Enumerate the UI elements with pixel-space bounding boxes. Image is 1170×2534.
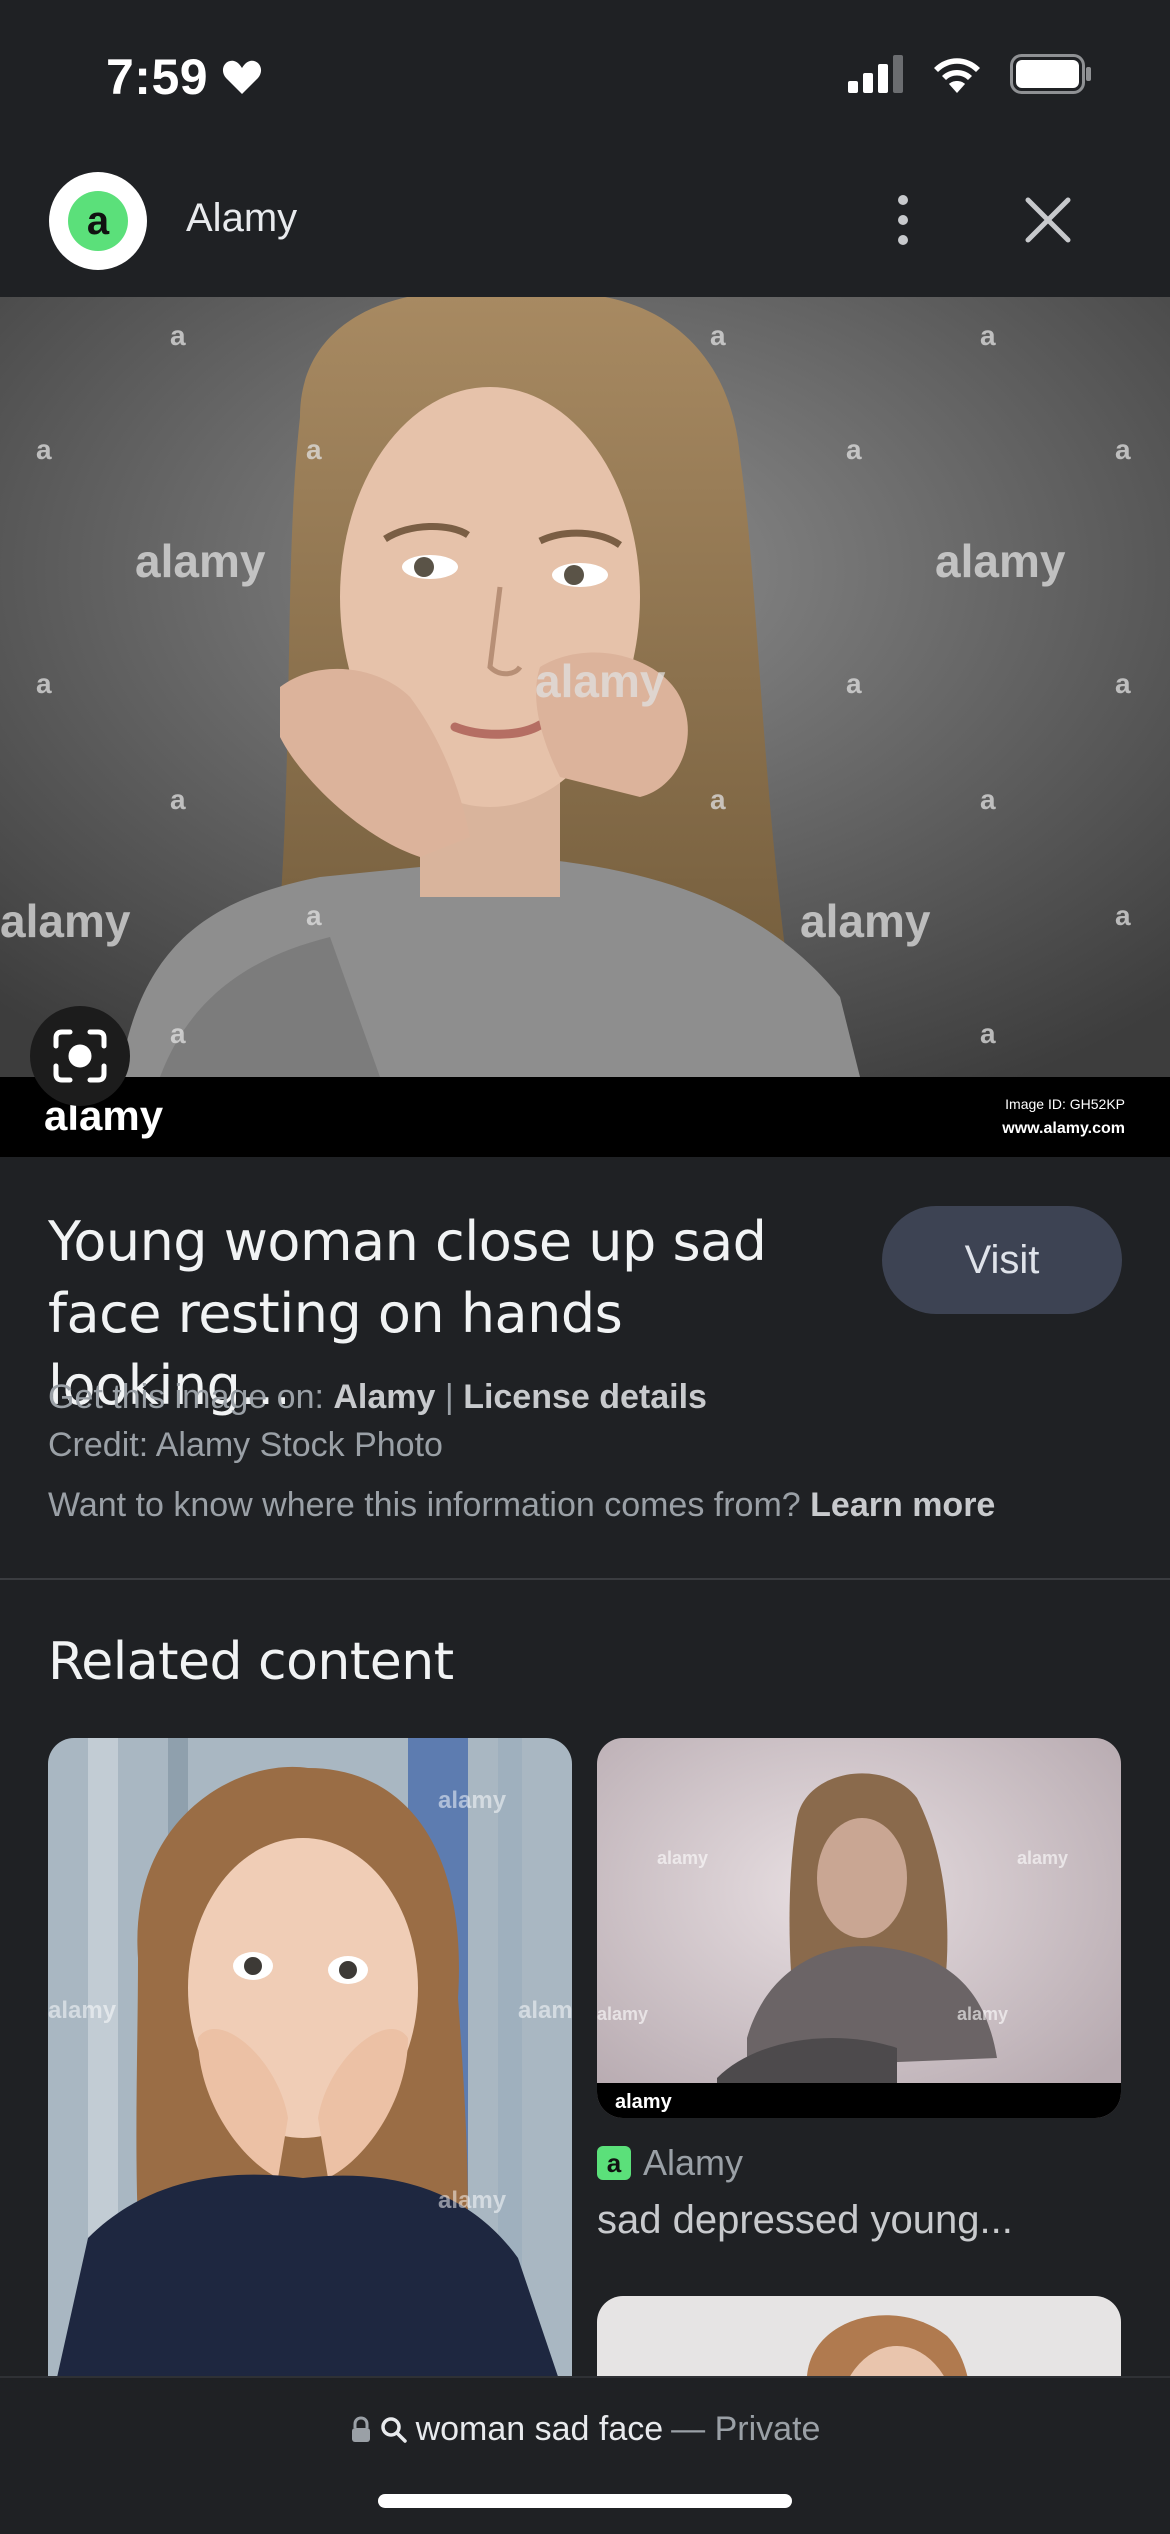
site-avatar[interactable]: a [49,172,147,270]
main-image-url: www.alamy.com [1001,1120,1125,1137]
lens-icon [53,1029,107,1083]
more-options-button[interactable] [880,180,926,260]
more-vert-icon [898,195,908,205]
main-image[interactable]: alamy alamy alamy alamy alamy a a a a a a a a… [0,297,1170,1157]
girl-portrait-photo: alamy alamy alamy alamy [48,1738,572,2418]
main-image-id: Image ID: GH52KP [1005,1096,1125,1112]
svg-text:a: a [170,784,186,815]
battery-icon [1010,54,1091,94]
svg-text:alamy: alamy [657,1848,708,1868]
site-logo-initial: a [68,191,128,251]
heart-icon [223,60,262,94]
related-image-2[interactable]: alamy alamy alamy alamy alamy [597,1738,1121,2118]
credit-line: Credit: Alamy Stock Photo [48,1426,443,1464]
svg-text:alamy: alamy [615,2091,673,2113]
svg-text:alamy: alamy [438,2187,507,2214]
private-label: — Private [671,2410,821,2448]
svg-text:a: a [1115,668,1131,699]
browser-bottom-bar [0,2376,1170,2534]
svg-text:a: a [1115,434,1131,465]
svg-text:alamy: alamy [957,2004,1008,2024]
related-source-name: Alamy [643,2142,744,2183]
get-image-line: Get this image on: Alamy | License detai… [48,1378,707,1417]
separator: | [444,1378,454,1416]
visit-button[interactable]: Visit [882,1206,1122,1314]
close-button[interactable] [1016,184,1080,256]
svg-text:a: a [170,320,186,351]
search-query: woman sad face [415,2410,664,2448]
status-bar-indicators [848,54,1092,94]
svg-text:alamy: alamy [935,535,1066,587]
svg-text:a: a [1115,900,1131,931]
site-name[interactable]: Alamy [186,196,297,241]
svg-text:alamy: alamy [518,1997,572,2024]
svg-text:a: a [980,1018,996,1049]
section-divider [0,1578,1170,1580]
woman-portrait-photo: alamy alamy alamy alamy alamy a a a a a a a a… [0,297,1170,1157]
lens-button[interactable] [30,1006,130,1106]
svg-text:a: a [980,320,996,351]
svg-text:alamy: alamy [135,535,266,587]
svg-text:a: a [846,434,862,465]
svg-text:alamy: alamy [597,2004,648,2024]
svg-text:alamy: alamy [535,655,666,707]
related-source-row[interactable]: a Alamy [597,2142,743,2184]
related-content-heading: Related content [48,1632,454,1692]
svg-text:a: a [980,784,996,815]
alamy-favicon-icon: a [597,2146,631,2180]
svg-text:a: a [710,320,726,351]
svg-text:a: a [36,434,52,465]
svg-text:a: a [306,434,322,465]
svg-text:alamy: alamy [1017,1848,1068,1868]
time-label: 7:59 [106,49,209,105]
license-details-link[interactable]: License details [463,1378,707,1416]
info-source-line: Want to know where this information come… [48,1486,995,1525]
cellular-signal-icon [848,55,903,93]
info-question: Want to know where this information come… [48,1486,801,1524]
home-indicator[interactable] [378,2494,792,2508]
sad-woman-photo: alamy alamy alamy alamy alamy [597,1738,1121,2118]
get-image-prefix: Get this image on: [48,1378,324,1416]
svg-text:alamy: alamy [48,1997,117,2024]
related-image-1[interactable]: alamy alamy alamy alamy [48,1738,572,2418]
search-icon [380,2416,407,2443]
svg-text:a: a [36,668,52,699]
status-bar-time: 7:59 [106,48,262,106]
address-bar[interactable]: woman sad face — Private [0,2410,1170,2449]
svg-text:a: a [846,668,862,699]
lock-icon [351,2415,370,2442]
wifi-icon [934,58,980,93]
svg-text:alamy: alamy [800,895,931,947]
svg-text:a: a [306,900,322,931]
svg-text:a: a [710,784,726,815]
related-caption[interactable]: sad depressed young... [597,2198,1013,2243]
get-image-source-link[interactable]: Alamy [333,1378,435,1416]
svg-text:a: a [170,1018,186,1049]
close-icon [1025,197,1071,243]
svg-text:alamy: alamy [438,1787,507,1814]
svg-text:alamy: alamy [0,895,131,947]
learn-more-link[interactable]: Learn more [810,1486,995,1524]
